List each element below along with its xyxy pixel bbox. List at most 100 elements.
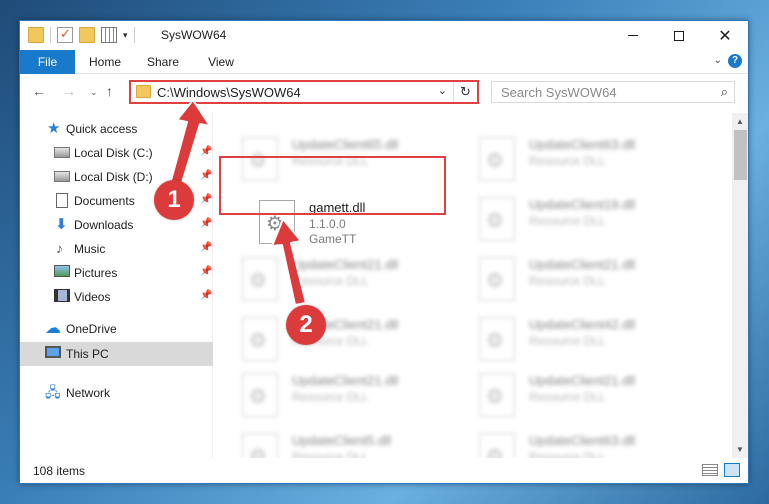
minimize-icon <box>628 35 638 36</box>
file-item[interactable]: UpdateClient21.dll Resource DLL <box>479 369 709 425</box>
sidebar-item-network[interactable]: 🖧 Network <box>20 381 213 405</box>
properties-icon[interactable] <box>57 26 73 43</box>
file-item[interactable]: UpdateClient21.dll Resource DLL <box>242 369 472 425</box>
toolbar-divider <box>50 27 51 43</box>
file-item[interactable]: UpdateClient42.dll Resource DLL <box>479 313 709 369</box>
help-icon[interactable]: ? <box>728 54 742 68</box>
network-icon: 🖧 <box>45 384 61 400</box>
file-item[interactable]: UpdateClient5.dll Resource DLL <box>242 429 472 458</box>
file-description: Resource DLL <box>529 154 606 168</box>
file-description: Resource DLL <box>292 274 369 288</box>
file-item[interactable]: UpdateClient63.dll Resource DLL <box>479 133 709 189</box>
tiles-view-icon[interactable] <box>724 463 740 477</box>
maximize-icon <box>674 30 684 41</box>
sidebar-item-label: Quick access <box>66 122 138 136</box>
highlight-box-file <box>219 156 446 215</box>
sidebar-item-label: Network <box>66 386 111 400</box>
file-description: Resource DLL <box>292 390 369 404</box>
title-bar: ▾ SysWOW64 ✕ <box>20 21 748 50</box>
file-name: UpdateClient65.dll <box>292 137 399 152</box>
address-path[interactable]: C:\Windows\SysWOW64 <box>157 85 301 100</box>
scroll-down-icon[interactable]: ▼ <box>736 445 744 454</box>
pictures-icon <box>54 265 70 277</box>
back-button[interactable]: ← <box>32 83 46 99</box>
file-name: UpdateClient21.dll <box>292 257 399 272</box>
file-name: UpdateClient5.dll <box>292 433 392 448</box>
file-name: UpdateClient21.dll <box>292 373 399 388</box>
customize-toolbar-dropdown[interactable]: ▾ <box>123 30 128 41</box>
search-box[interactable]: Search SysWOW64 ⌕ <box>491 81 735 103</box>
quick-access-toolbar: ▾ <box>28 26 135 43</box>
sidebar-item-pictures[interactable]: Pictures 📌 <box>20 261 213 285</box>
file-item[interactable]: UpdateClient21.dll Resource DLL <box>479 253 709 309</box>
drive-icon <box>54 147 70 158</box>
pin-icon[interactable]: 📌 <box>200 146 212 157</box>
up-button[interactable]: ↑ <box>106 83 113 99</box>
download-icon: ⬇ <box>55 216 68 233</box>
file-description: Resource DLL <box>529 274 606 288</box>
pin-icon[interactable]: 📌 <box>200 218 212 229</box>
pin-icon[interactable]: 📌 <box>200 194 212 205</box>
address-dropdown[interactable]: ⌄ <box>438 84 447 97</box>
pin-icon[interactable]: 📌 <box>200 290 212 301</box>
file-item[interactable]: UpdateClient21.dll Resource DLL <box>242 313 472 369</box>
search-input[interactable]: Search SysWOW64 <box>501 85 617 100</box>
sidebar-item-label: Videos <box>74 290 111 304</box>
ribbon-tabs: File Home Share View ⌄ ? <box>20 50 748 74</box>
file-item[interactable]: UpdateClient19.dll Resource DLL <box>479 193 709 249</box>
file-description: Resource DLL <box>529 214 606 228</box>
file-item[interactable]: UpdateClient21.dll Resource DLL <box>242 253 472 309</box>
close-button[interactable]: ✕ <box>702 21 748 50</box>
scroll-thumb[interactable] <box>734 130 747 180</box>
computer-icon <box>45 346 61 358</box>
file-description: Resource DLL <box>292 450 369 458</box>
dll-file-icon <box>479 257 515 301</box>
drive-icon <box>54 171 70 182</box>
file-name: UpdateClient21.dll <box>529 373 636 388</box>
file-company: GameTT <box>309 232 357 246</box>
step-badge-2: 2 <box>286 305 326 345</box>
recent-locations-dropdown[interactable]: ⌄ <box>90 87 98 98</box>
tab-share[interactable]: Share <box>140 50 186 74</box>
tab-file[interactable]: File <box>20 50 75 74</box>
file-name: UpdateClient42.dll <box>529 317 636 332</box>
view-options-icon[interactable] <box>101 27 117 43</box>
refresh-button[interactable]: ↻ <box>453 82 477 102</box>
vertical-scrollbar[interactable]: ▲ ▼ <box>732 113 748 458</box>
sidebar-item-label: Local Disk (C:) <box>74 146 153 160</box>
file-description: Resource DLL <box>529 334 606 348</box>
pin-icon[interactable]: 📌 <box>200 266 212 277</box>
maximize-button[interactable] <box>656 21 702 50</box>
file-item[interactable]: UpdateClient63.dll Resource DLL <box>479 429 709 458</box>
toolbar-divider <box>133 27 135 43</box>
file-version: 1.1.0.0 <box>309 217 346 231</box>
file-name: UpdateClient19.dll <box>529 197 636 212</box>
details-view-icon[interactable] <box>702 464 718 476</box>
sidebar-item-onedrive[interactable]: ☁ OneDrive <box>20 317 213 341</box>
sidebar-item-label: This PC <box>66 347 109 361</box>
new-folder-icon[interactable] <box>79 27 95 43</box>
sidebar-item-label: Documents <box>74 194 135 208</box>
forward-button[interactable]: → <box>62 83 76 99</box>
ribbon-expand-icon[interactable]: ⌄ <box>714 55 722 66</box>
search-icon[interactable]: ⌕ <box>721 84 728 100</box>
tab-home[interactable]: Home <box>82 50 128 74</box>
sidebar-item-this-pc[interactable]: This PC <box>20 342 213 366</box>
file-name: UpdateClient63.dll <box>529 433 636 448</box>
sidebar-item-videos[interactable]: Videos 📌 <box>20 285 213 309</box>
sidebar-item-music[interactable]: ♪ Music 📌 <box>20 237 213 261</box>
dll-file-icon <box>479 433 515 458</box>
sidebar-item-quick-access[interactable]: ★ Quick access <box>20 117 213 141</box>
address-bar[interactable]: C:\Windows\SysWOW64 ⌄ ↻ <box>129 80 479 104</box>
music-icon: ♪ <box>56 240 63 256</box>
dll-file-icon <box>479 137 515 181</box>
scroll-up-icon[interactable]: ▲ <box>736 117 744 126</box>
pin-icon[interactable]: 📌 <box>200 242 212 253</box>
sidebar-item-local-disk-c[interactable]: Local Disk (C:) 📌 <box>20 141 213 165</box>
file-description: Resource DLL <box>529 450 606 458</box>
minimize-button[interactable] <box>610 21 656 50</box>
file-name: UpdateClient21.dll <box>529 257 636 272</box>
documents-icon <box>56 193 68 208</box>
pin-icon[interactable]: 📌 <box>200 170 212 181</box>
tab-view[interactable]: View <box>198 50 244 74</box>
